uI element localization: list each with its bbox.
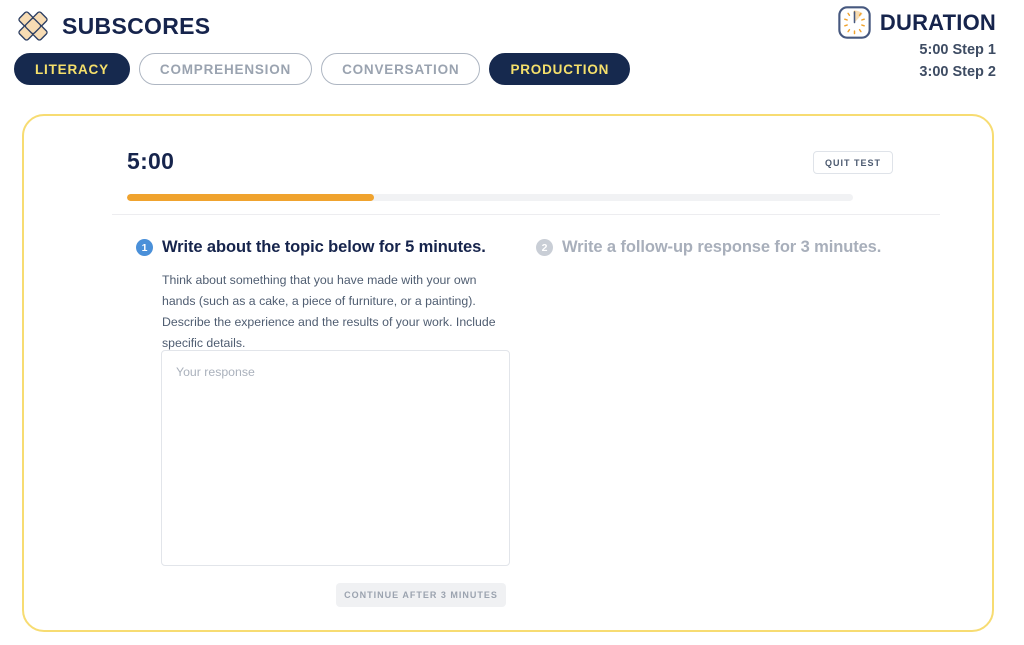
timer-clock-icon xyxy=(838,6,871,39)
app-root: SUBSCORES LITERACY COMPREHENSION CONVERS… xyxy=(0,0,1024,645)
step-1-heading: 1 Write about the topic below for 5 minu… xyxy=(136,238,531,257)
duration-step1: 5:00 Step 1 xyxy=(919,42,996,58)
section-divider xyxy=(112,214,940,215)
timer-row: 5:00 QUIT TEST xyxy=(127,148,893,188)
duration-step2: 3:00 Step 2 xyxy=(919,63,996,80)
step-1: 1 Write about the topic below for 5 minu… xyxy=(136,238,531,355)
test-card: 5:00 QUIT TEST 1 Write about the topic b… xyxy=(22,114,994,632)
progress-bar-fill xyxy=(127,194,374,201)
duration-title: DURATION xyxy=(879,9,996,35)
app-header: SUBSCORES LITERACY COMPREHENSION CONVERS… xyxy=(0,0,1024,100)
step-1-title: Write about the topic below for 5 minute… xyxy=(162,238,486,256)
brand-title: SUBSCORES xyxy=(62,12,211,39)
progress-bar xyxy=(127,194,853,201)
response-placeholder: Your response xyxy=(176,365,255,379)
step-2-heading: 2 Write a follow-up response for 3 minut… xyxy=(536,238,936,257)
tab-comprehension[interactable]: COMPREHENSION xyxy=(138,53,313,85)
diamond-cluster-logo-icon xyxy=(18,11,48,41)
continue-button[interactable]: CONTINUE AFTER 3 MINUTES xyxy=(336,583,506,607)
step-1-prompt: Think about something that you have made… xyxy=(162,273,496,351)
countdown-timer: 5:00 xyxy=(127,148,175,174)
step-2-title: Write a follow-up response for 3 minutes… xyxy=(562,238,882,256)
tab-conversation[interactable]: CONVERSATION xyxy=(321,53,481,85)
quit-test-button[interactable]: QUIT TEST xyxy=(813,151,893,174)
step-2-badge: 2 xyxy=(536,239,553,256)
step-2: 2 Write a follow-up response for 3 minut… xyxy=(536,238,936,257)
response-textarea[interactable]: Your response xyxy=(161,350,510,566)
subscore-tabs: LITERACY COMPREHENSION CONVERSATION PROD… xyxy=(14,53,631,85)
step-1-badge: 1 xyxy=(136,239,153,256)
duration-heading: DURATION xyxy=(838,6,996,39)
duration-panel: DURATION 5:00 Step 1 3:00 Step 2 xyxy=(838,6,996,82)
brand: SUBSCORES xyxy=(14,8,210,44)
tab-literacy[interactable]: LITERACY xyxy=(14,53,130,85)
tab-production[interactable]: PRODUCTION xyxy=(489,53,631,85)
